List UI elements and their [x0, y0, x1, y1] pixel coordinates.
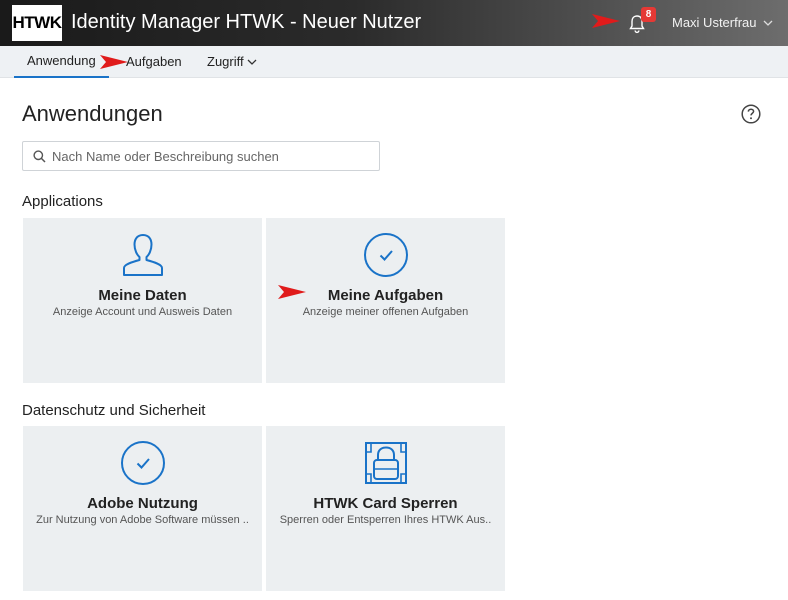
chevron-down-icon [763, 20, 772, 26]
tile-title: HTWK Card Sperren [313, 495, 458, 512]
htwk-logo[interactable]: HTWK [12, 5, 62, 41]
page-title: Anwendungen [22, 101, 163, 126]
tile-description: Sperren oder Entsperren Ihres HTWK Aus.. [279, 514, 492, 526]
tile-description: Zur Nutzung von Adobe Software müssen .. [36, 514, 249, 526]
tile-meine-daten[interactable]: Meine Daten Anzeige Account und Ausweis … [23, 218, 262, 383]
app-title: Identity Manager HTWK - Neuer Nutzer [71, 11, 422, 33]
tile-description: Anzeige Account und Ausweis Daten [52, 306, 233, 318]
tab-label: Zugriff [207, 54, 244, 69]
chevron-down-icon [247, 59, 257, 65]
help-icon[interactable] [741, 104, 761, 124]
tab-label: Aufgaben [126, 54, 182, 69]
check-circle-icon [363, 233, 408, 277]
tab-label: Anwendung [27, 53, 96, 68]
tab-zugriff[interactable]: Zugriff [207, 46, 257, 78]
annotation-arrow-icon [592, 14, 620, 28]
tile-htwk-card-sperren[interactable]: HTWK Card Sperren Sperren oder Entsperre… [266, 426, 505, 591]
user-name: Maxi Usterfrau [672, 15, 757, 30]
search-icon [33, 149, 46, 163]
tile-title: Meine Daten [98, 287, 187, 304]
user-icon [122, 234, 163, 276]
card-lock-icon [364, 442, 407, 484]
notification-badge[interactable]: 8 [641, 7, 656, 22]
section-title-applications: Applications [22, 193, 103, 210]
annotation-arrow-icon [100, 55, 128, 69]
section-title-datenschutz: Datenschutz und Sicherheit [22, 402, 206, 419]
tile-title: Adobe Nutzung [87, 495, 198, 512]
check-circle-icon [120, 441, 165, 485]
tab-aufgaben[interactable]: Aufgaben [126, 46, 182, 78]
search-input[interactable] [52, 148, 372, 164]
app-header: HTWK Identity Manager HTWK - Neuer Nutze… [0, 0, 788, 46]
search-box [22, 141, 380, 171]
tab-anwendung[interactable]: Anwendung [14, 46, 109, 78]
tile-adobe-nutzung[interactable]: Adobe Nutzung Zur Nutzung von Adobe Soft… [23, 426, 262, 591]
annotation-arrow-icon [278, 285, 306, 299]
tile-description: Anzeige meiner offenen Aufgaben [302, 306, 469, 318]
user-menu[interactable]: Maxi Usterfrau [672, 15, 773, 30]
